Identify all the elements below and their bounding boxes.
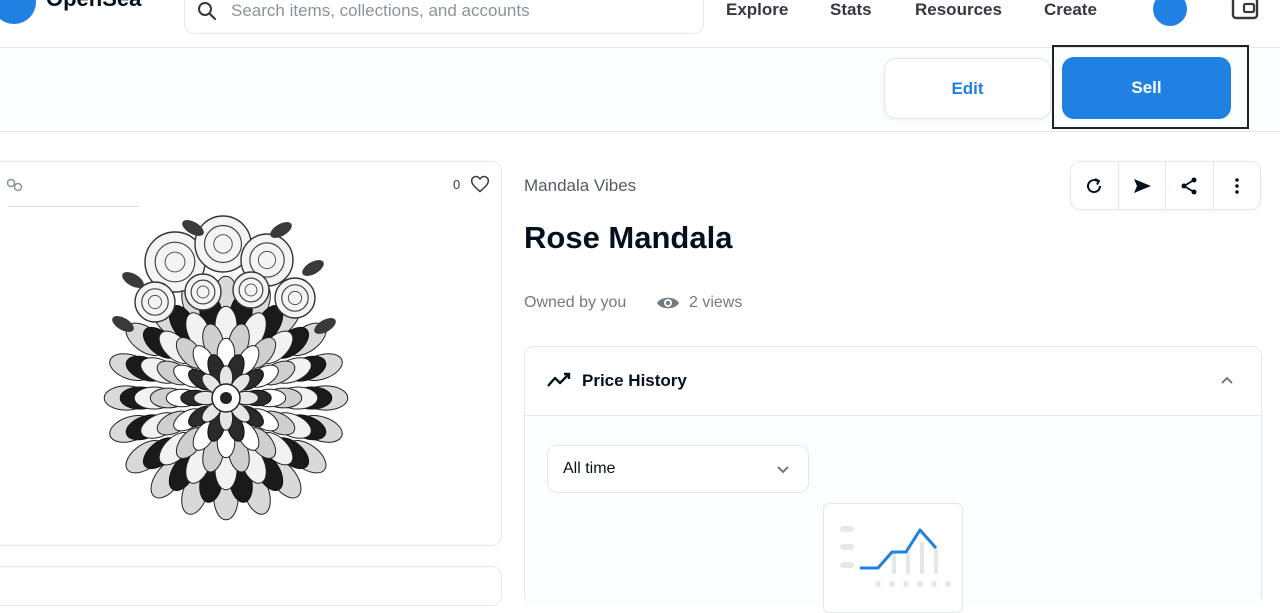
nav-link-explore[interactable]: Explore <box>726 0 788 20</box>
empty-chart-graphic <box>840 526 951 587</box>
owner-text: Owned by you <box>524 294 627 311</box>
opensea-logo-icon <box>0 0 36 24</box>
time-range-select[interactable]: All time <box>547 445 809 493</box>
asset-toolbar <box>1070 161 1261 210</box>
share-button[interactable] <box>1166 162 1214 209</box>
asset-title: Rose Mandala <box>524 220 733 255</box>
heart-icon[interactable] <box>470 174 490 194</box>
transfer-icon <box>1133 178 1151 193</box>
mandala-artwork-image[interactable] <box>63 202 389 538</box>
refresh-button[interactable] <box>1071 162 1119 209</box>
eye-icon <box>657 297 679 309</box>
wallet-icon[interactable] <box>1231 0 1259 22</box>
edit-button[interactable]: Edit <box>884 58 1051 119</box>
favorite-count: 0 <box>453 177 461 192</box>
refresh-icon <box>1087 177 1102 193</box>
price-history-header[interactable]: Price History <box>525 347 1261 416</box>
chevron-up-icon[interactable] <box>1218 372 1236 390</box>
search-input[interactable] <box>229 0 693 23</box>
price-history-body: All time <box>525 416 1261 613</box>
chain-icon[interactable] <box>6 178 24 192</box>
view-count: 2 views <box>689 294 743 311</box>
more-options-button[interactable] <box>1214 162 1261 209</box>
nav-link-stats[interactable]: Stats <box>830 0 872 20</box>
chevron-down-icon <box>777 466 789 474</box>
profile-avatar[interactable] <box>1153 0 1187 26</box>
top-nav: OpenSea Explore Stats Resources Create <box>0 0 1280 48</box>
nav-link-resources[interactable]: Resources <box>915 0 1002 20</box>
price-history-panel: Price History All time <box>524 346 1262 613</box>
price-history-title: Price History <box>582 371 687 390</box>
share-icon <box>1181 177 1197 194</box>
empty-chart-illustration <box>823 503 963 613</box>
search-icon <box>198 2 217 21</box>
collection-link[interactable]: Mandala Vibes <box>524 176 636 196</box>
nav-link-create[interactable]: Create <box>1044 0 1097 20</box>
sell-button[interactable]: Sell <box>1062 57 1231 119</box>
more-icon <box>1234 177 1239 194</box>
brand-name: OpenSea <box>46 0 141 12</box>
search-bar[interactable] <box>184 0 704 34</box>
asset-details-card <box>0 566 502 606</box>
transfer-button[interactable] <box>1119 162 1166 209</box>
trend-icon <box>547 372 571 387</box>
asset-image-card: 0 <box>0 161 502 546</box>
time-range-value: All time <box>563 460 616 477</box>
